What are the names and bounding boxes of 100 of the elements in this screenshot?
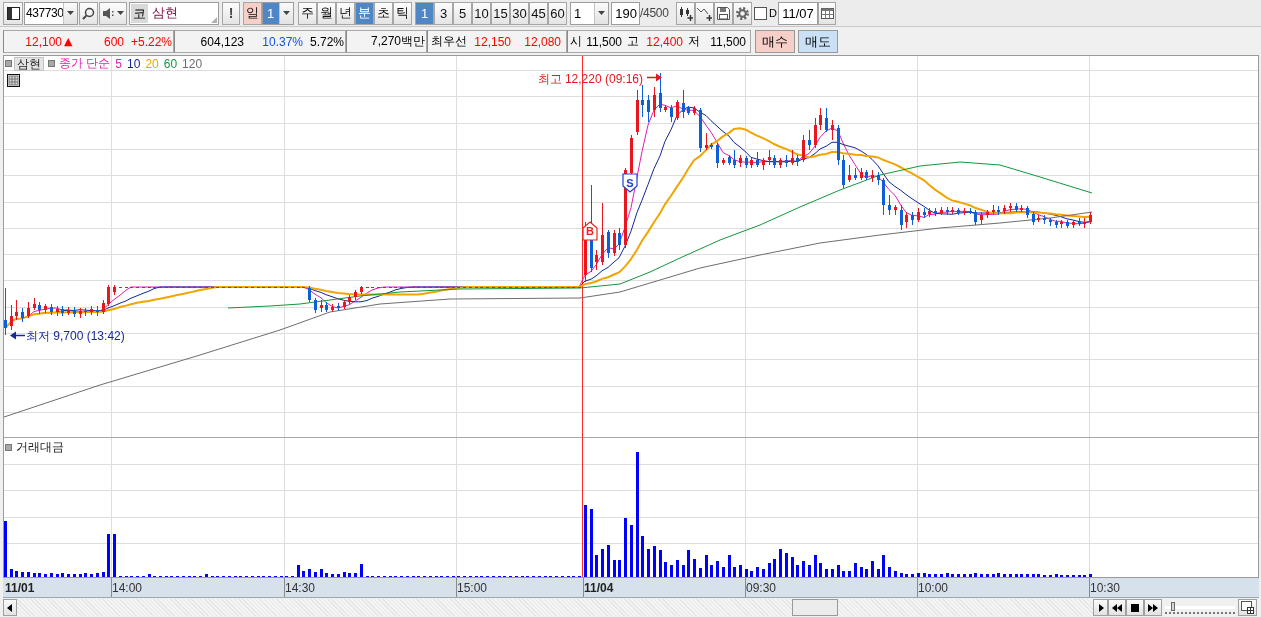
interval-tab[interactable]: 45 <box>529 1 548 25</box>
speaker-icon <box>102 6 115 20</box>
legend-toggle-icon[interactable] <box>5 444 12 451</box>
caret-icon <box>283 11 290 15</box>
dropdown-button[interactable] <box>594 2 608 24</box>
play-button[interactable] <box>1093 599 1108 616</box>
change-arrow: ▲ <box>64 35 74 48</box>
period-tab[interactable]: 주 <box>298 1 317 25</box>
dropdown-button[interactable] <box>279 2 293 24</box>
volume-pane-label: 거래대금 <box>16 439 64 456</box>
fast-forward-button[interactable] <box>1144 599 1162 616</box>
average-period-label: 60 <box>163 56 178 71</box>
caret-icon <box>117 11 124 15</box>
day-count-field[interactable]: 1 <box>262 1 294 25</box>
period-tab[interactable]: 년 <box>336 1 355 25</box>
sound-button[interactable] <box>99 1 127 25</box>
quote-value: 12,080 <box>523 34 561 49</box>
stop-icon <box>1131 603 1139 612</box>
average-period-label: 10 <box>127 56 141 71</box>
stock-code-field[interactable]: 437730 <box>24 1 78 25</box>
save-button[interactable] <box>714 1 733 25</box>
resize-grip-icon <box>211 16 217 23</box>
quote-value: 5.72% <box>308 34 344 49</box>
window-button[interactable] <box>1238 599 1257 616</box>
quote-value: 12,150 <box>473 34 511 49</box>
legend-toggle-icon[interactable] <box>5 60 12 67</box>
period-tab[interactable]: 틱 <box>393 1 412 25</box>
interval-tab[interactable]: 1 <box>415 1 434 25</box>
stock-name-text: 삼현 <box>152 4 178 22</box>
rewind-icon <box>1112 603 1122 612</box>
quote-label: 시 <box>569 33 583 50</box>
interval-tab[interactable]: 60 <box>548 1 567 25</box>
stop-button[interactable] <box>1126 599 1144 616</box>
layout-button[interactable] <box>3 1 23 25</box>
interval-tab[interactable]: 10 <box>472 1 491 25</box>
period-tab[interactable]: 분 <box>355 1 374 25</box>
quote-value: 604,123 <box>199 34 244 49</box>
rewind-button[interactable] <box>1108 599 1126 616</box>
interval-tab[interactable]: 5 <box>453 1 472 25</box>
buy-button[interactable]: 매수 <box>755 30 795 53</box>
pointer-arrow <box>10 331 26 340</box>
quote-label: 최우선 <box>430 33 468 50</box>
signal-marker: B <box>582 221 598 241</box>
scroll-left-button[interactable] <box>3 599 17 616</box>
candle-plus-icon <box>678 5 693 21</box>
slider-thumb[interactable] <box>1170 602 1175 611</box>
market-tag: 코 <box>131 3 148 23</box>
quote-value: 12,400 <box>645 34 683 49</box>
axis-label: 15:00 <box>457 581 488 595</box>
average-period-label: 5 <box>115 56 123 71</box>
bar-count-field[interactable]: 190 <box>611 1 640 25</box>
dropdown-button[interactable] <box>63 2 77 24</box>
scrollbar-thumb[interactable] <box>792 599 838 616</box>
day-button[interactable]: 일 <box>243 1 262 25</box>
interval-tab[interactable]: 15 <box>491 1 510 25</box>
zoom-slider[interactable] <box>1165 601 1235 614</box>
quote-value: 10.37% <box>261 34 303 49</box>
add-line-button[interactable] <box>695 1 714 25</box>
quote-value: 11,500 <box>585 34 622 49</box>
search-button[interactable] <box>79 1 98 25</box>
date-field[interactable]: 11/07 <box>778 1 818 25</box>
left-triangle-icon <box>6 603 14 612</box>
period-tab[interactable]: 월 <box>317 1 336 25</box>
fast-forward-icon <box>1148 603 1158 612</box>
axis-label: 11/01 <box>5 581 35 595</box>
sell-button[interactable]: 매도 <box>798 30 838 53</box>
add-candle-button[interactable] <box>676 1 695 25</box>
interval-tab[interactable]: 30 <box>510 1 529 25</box>
table-icon[interactable] <box>7 74 20 87</box>
average-period-label: 20 <box>145 56 159 71</box>
axis-label: 09:30 <box>746 581 777 595</box>
search-icon <box>82 6 95 20</box>
settings-button[interactable] <box>733 1 752 25</box>
pointer-arrow <box>646 73 662 82</box>
interval-select[interactable]: 1 <box>570 1 609 25</box>
quote-value: 11,500 <box>709 34 746 49</box>
save-icon <box>717 6 730 20</box>
axis-label: 11/04 <box>584 581 614 595</box>
calendar-icon <box>820 6 834 20</box>
low-price-label: 최저 9,700 (13:42) <box>26 329 125 343</box>
day-count-value: 1 <box>263 2 279 24</box>
alert-button[interactable]: ! <box>222 1 240 25</box>
interval-tab[interactable]: 3 <box>434 1 453 25</box>
quote-value: 600 <box>102 34 124 49</box>
window-grid-icon <box>1241 601 1254 614</box>
quote-label: 저 <box>687 33 701 50</box>
panel-layout-icon <box>6 6 20 20</box>
settings-icon <box>736 6 749 20</box>
play-icon <box>1096 603 1105 612</box>
axis-label: 14:30 <box>285 581 316 595</box>
stock-name-tag[interactable]: 삼현 <box>14 56 44 71</box>
average-period-label: 120 <box>182 56 203 71</box>
legend-toggle-icon[interactable] <box>48 60 55 67</box>
line-plus-icon <box>697 5 712 21</box>
period-tab[interactable]: 초 <box>374 1 393 25</box>
signal-marker: S <box>622 173 638 193</box>
checkbox[interactable] <box>754 6 767 20</box>
stock-name-field[interactable]: 코 삼현 <box>129 1 219 25</box>
quote-value: 12,100 <box>24 34 62 49</box>
calendar-button[interactable] <box>818 1 836 25</box>
